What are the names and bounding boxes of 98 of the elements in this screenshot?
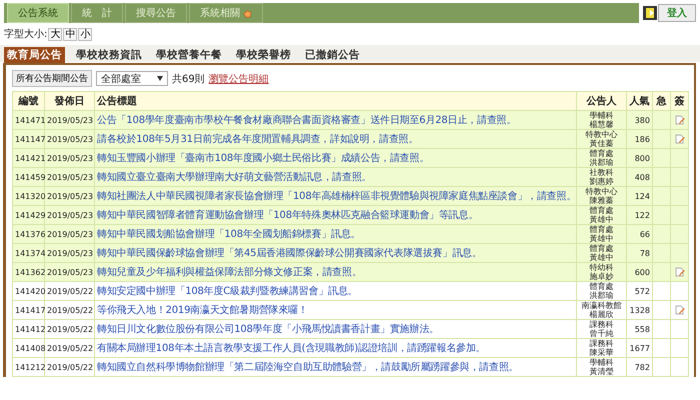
publisher-cell: 學輔科 楊慧馨 [576, 110, 626, 130]
id-cell: 141376 [12, 224, 44, 244]
id-cell: 141412 [12, 320, 44, 338]
announcement-link[interactable]: 轉知社團法人中華民國視障者家長協會辦理「108年高雄楠梓區非視覺體驗與視障家庭焦點座談會」，請查照。 [94, 186, 576, 206]
date-cell: 2019/05/23 [44, 148, 94, 168]
id-cell: 141320 [12, 186, 44, 206]
date-cell: 2019/05/23 [44, 110, 94, 130]
column-header: 編號 [12, 92, 44, 110]
announcement-link[interactable]: 等你飛天入地！2019南瀛天文館暑期營隊來囉！ [94, 300, 576, 320]
id-cell: 141362 [12, 262, 44, 282]
login-button[interactable]: 登入 [658, 4, 696, 22]
date-cell: 2019/05/23 [44, 262, 94, 282]
announcement-link[interactable]: 轉知中華民國保齡球協會辦理「第45屆香港國際保齡球公開賽國家代表隊選拔賽」訊息。 [94, 244, 576, 262]
views-cell: 600 [626, 262, 652, 282]
category-tab[interactable]: 學校榮譽榜 [233, 46, 294, 62]
publisher-cell: 體育處 洪郡瑜 [576, 148, 626, 168]
font-size-button[interactable]: 小 [78, 28, 92, 40]
announcement-link[interactable]: 轉知國立自然科學博物館辦理「第二屆陸海空自助互助體驗營」，請鼓勵所屬踴躍參與，請查照。 [94, 358, 576, 376]
announcement-link[interactable]: 轉知中華民國智障者體育運動協會辦理「108年特殊奧林匹克融合籃球運動會」等訊息。 [94, 206, 576, 224]
publisher-cell: 體育處 洪郡瑜 [576, 282, 626, 300]
category-tab[interactable]: 學校校務資訊 [73, 46, 145, 62]
announcement-link[interactable]: 轉知日川文化數位股份有限公司108學年度「小飛馬悅讀書香計畫」實施辦法。 [94, 320, 576, 338]
announcement-link[interactable]: 轉知兒童及少年福利與權益保障法部分條文修正案，請查照。 [94, 262, 576, 282]
category-tab[interactable]: 已撤銷公告 [302, 46, 363, 62]
announcement-link[interactable]: 轉知安定國中辦理「108年度C級裁判暨教練講習會」訊息。 [94, 282, 576, 300]
category-tab[interactable]: 學校營養午餐 [153, 46, 225, 62]
views-cell: 1328 [626, 300, 652, 320]
id-cell: 141374 [12, 244, 44, 262]
date-cell: 2019/05/23 [44, 186, 94, 206]
date-cell: 2019/05/23 [44, 224, 94, 244]
column-header: 發佈日 [44, 92, 94, 110]
publisher-cell: 體育處 黃雄中 [576, 206, 626, 224]
views-cell: 558 [626, 320, 652, 338]
publisher-cell: 課務科 曾千純 [576, 320, 626, 338]
category-tab[interactable]: 教育局公告 [4, 46, 65, 62]
document-pencil-icon[interactable] [674, 134, 684, 144]
font-size-button[interactable]: 大 [48, 28, 62, 40]
document-pencil-icon[interactable] [674, 267, 684, 277]
total-count: 共69則 [172, 72, 205, 86]
font-size-label: 字型大小: [4, 28, 48, 41]
announcement-link[interactable]: 轉知國立臺立臺南大學辦理南大好萌文藝營活動訊息，請查照。 [94, 168, 576, 186]
id-cell: 141147 [12, 130, 44, 148]
id-cell: 141420 [12, 282, 44, 300]
publisher-cell: 特教中心 黃佳蓁 [576, 130, 626, 148]
period-filter-button[interactable]: 所有公告期間公告 [12, 70, 92, 87]
date-cell: 2019/05/22 [44, 358, 94, 376]
announcement-link[interactable]: 轉知中華民國划船協會辦理「108年全國划船錦標賽」訊息。 [94, 224, 576, 244]
document-pencil-icon[interactable] [674, 115, 684, 125]
views-cell: 408 [626, 168, 652, 186]
id-cell: 141471 [12, 110, 44, 130]
date-cell: 2019/05/23 [44, 244, 94, 262]
views-cell: 572 [626, 282, 652, 300]
publisher-cell: 課務科 陳采華 [576, 338, 626, 358]
id-cell: 141417 [12, 300, 44, 320]
publisher-cell: 南瀛科教館 楊麗欣 [576, 300, 626, 320]
department-select[interactable]: 全部處室 [96, 71, 168, 86]
views-cell: 800 [626, 148, 652, 168]
views-cell: 66 [626, 224, 652, 244]
date-cell: 2019/05/23 [44, 168, 94, 186]
id-cell: 141212 [12, 358, 44, 376]
publisher-cell: 特幼科 施卓妙 [576, 262, 626, 282]
date-cell: 2019/05/22 [44, 320, 94, 338]
date-cell: 2019/05/22 [44, 300, 94, 320]
login-icon[interactable] [643, 6, 657, 20]
document-pencil-icon[interactable] [674, 305, 684, 315]
announcement-link[interactable]: 請各校於108年5月31日前完成各年度閒置輔具調查，詳如說明，請查照。 [94, 130, 576, 148]
column-header: 簽 [670, 92, 688, 110]
column-header: 人氣 [626, 92, 652, 110]
column-header: 公告標題 [94, 92, 576, 110]
nav-tab[interactable]: 公告系統 [7, 3, 69, 23]
publisher-cell: 特教中心 陳雅蓁 [576, 186, 626, 206]
id-cell: 141421 [12, 148, 44, 168]
id-cell: 141459 [12, 168, 44, 186]
publisher-cell: 體育處 黃雄中 [576, 244, 626, 262]
views-cell: 124 [626, 186, 652, 206]
date-cell: 2019/05/22 [44, 282, 94, 300]
font-size-button[interactable]: 中 [63, 28, 78, 40]
date-cell: 2019/05/23 [44, 130, 94, 148]
column-header: 公告人 [576, 92, 626, 110]
views-cell: 78 [626, 244, 652, 262]
date-cell: 2019/05/23 [44, 206, 94, 224]
id-cell: 141408 [12, 338, 44, 358]
publisher-cell: 體育處 黃雄中 [576, 224, 626, 244]
publisher-cell: 學輔科 黃清瑩 [576, 358, 626, 376]
views-cell: 782 [626, 358, 652, 376]
announcement-link[interactable]: 轉知玉豐國小辦理「臺南市108年度國小鄉土民俗比賽」成績公告，請查照。 [94, 148, 576, 168]
views-cell: 186 [626, 130, 652, 148]
date-cell: 2019/05/22 [44, 338, 94, 358]
column-header: 急 [652, 92, 670, 110]
views-cell: 122 [626, 206, 652, 224]
views-cell: 380 [626, 110, 652, 130]
announcement-link[interactable]: 有關本局辦理108年本土語言教學支援工作人員(含現職教師)認證培訓，請踴躍報名參加。 [94, 338, 576, 358]
details-link[interactable]: 瀏覽公告明細 [208, 72, 269, 86]
publisher-cell: 社教科 劉惠婷 [576, 168, 626, 186]
announcement-link[interactable]: 公告「108學年度臺南市學校午餐食材廠商聯合書面資格審查」送件日期至6月28日止，請查照。 [94, 110, 576, 130]
id-cell: 141429 [12, 206, 44, 224]
caret-icon [157, 76, 163, 81]
views-cell: 1677 [626, 338, 652, 358]
